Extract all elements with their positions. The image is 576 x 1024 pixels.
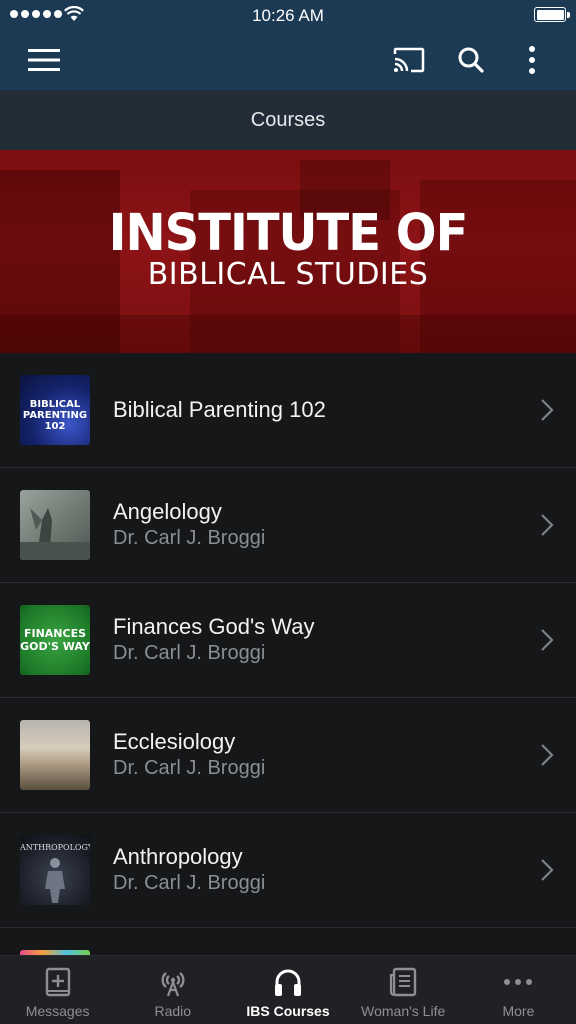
tab-radio[interactable]: Radio: [115, 956, 230, 1024]
thumbnail-text: BIBLICAL PARENTING 102: [22, 399, 88, 432]
tab-womans-life[interactable]: Woman's Life: [346, 956, 461, 1024]
chevron-right-icon: [541, 859, 554, 881]
course-thumbnail: [20, 720, 90, 790]
thumbnail-text: FINANCES GOD'S WAY: [20, 627, 90, 653]
course-thumbnail: [20, 490, 90, 560]
status-time: 10:26 AM: [252, 6, 324, 25]
tab-more[interactable]: More: [461, 956, 576, 1024]
newspaper-icon: [390, 967, 417, 997]
tab-label: Woman's Life: [361, 1003, 446, 1019]
human-figure-icon: [45, 858, 65, 903]
course-author: Dr. Carl J. Broggi: [113, 527, 266, 549]
angel-figure-icon: [20, 508, 90, 560]
course-row-ecclesiology[interactable]: Ecclesiology Dr. Carl J. Broggi: [0, 698, 576, 813]
chevron-right-icon: [541, 514, 554, 536]
more-options-button[interactable]: [510, 38, 554, 82]
course-title: Finances God's Way: [113, 614, 315, 639]
chevron-right-icon: [541, 399, 554, 421]
course-thumbnail: BIBLICAL PARENTING 102: [20, 375, 90, 445]
more-vertical-icon: [529, 46, 535, 74]
course-thumbnail: FINANCES GOD'S WAY: [20, 605, 90, 675]
tab-messages[interactable]: Messages: [0, 956, 115, 1024]
banner-title-line1: INSTITUTE OF: [108, 203, 469, 263]
tab-ibs-courses[interactable]: IBS Courses: [230, 956, 345, 1024]
course-row-partial[interactable]: [0, 928, 576, 955]
course-list: BIBLICAL PARENTING 102 Biblical Parentin…: [0, 353, 576, 955]
courses-screen: 10:26 AM Courses INSTITUTE OF BIBLICAL S…: [0, 0, 576, 1024]
course-row-angelology[interactable]: Angelology Dr. Carl J. Broggi: [0, 468, 576, 583]
cast-button[interactable]: [387, 38, 431, 82]
course-row-anthropology[interactable]: ANTHROPOLOGY Anthropology Dr. Carl J. Br…: [0, 813, 576, 928]
menu-button[interactable]: [22, 38, 66, 82]
tab-label: IBS Courses: [246, 1003, 330, 1019]
chevron-right-icon: [541, 629, 554, 651]
page-title: Courses: [0, 90, 576, 150]
course-title: Anthropology: [113, 844, 243, 869]
banner-logo: INSTITUTE OF BIBLICAL STUDIES: [0, 203, 576, 292]
status-bar: 10:26 AM: [0, 0, 576, 30]
course-author: Dr. Carl J. Broggi: [113, 757, 266, 779]
search-button[interactable]: [449, 38, 493, 82]
more-horizontal-icon: [504, 979, 533, 985]
course-row-biblical-parenting[interactable]: BIBLICAL PARENTING 102 Biblical Parentin…: [0, 353, 576, 468]
course-title: Biblical Parenting 102: [113, 397, 326, 422]
course-title: Angelology: [113, 499, 222, 524]
cast-icon: [393, 47, 425, 73]
chevron-right-icon: [541, 744, 554, 766]
course-author: Dr. Carl J. Broggi: [113, 642, 266, 664]
headphones-icon: [275, 969, 301, 996]
course-row-finances[interactable]: FINANCES GOD'S WAY Finances God's Way Dr…: [0, 583, 576, 698]
tab-label: More: [502, 1003, 535, 1019]
course-title: Ecclesiology: [113, 729, 236, 754]
book-plus-icon: [45, 967, 70, 997]
tab-label: Messages: [25, 1003, 90, 1019]
nav-bar: [0, 30, 576, 90]
banner-title-line2: BIBLICAL STUDIES: [147, 257, 429, 292]
radio-tower-icon: [161, 972, 185, 997]
search-icon: [458, 47, 484, 73]
course-thumbnail: ANTHROPOLOGY: [20, 835, 90, 905]
hamburger-icon: [28, 49, 60, 71]
tab-bar: Messages Radio IBS Courses Woman's Life …: [0, 955, 576, 1024]
course-author: Dr. Carl J. Broggi: [113, 872, 266, 894]
battery-icon: [534, 7, 570, 22]
tab-label: Radio: [154, 1003, 192, 1019]
institute-banner: INSTITUTE OF BIBLICAL STUDIES: [0, 150, 576, 353]
